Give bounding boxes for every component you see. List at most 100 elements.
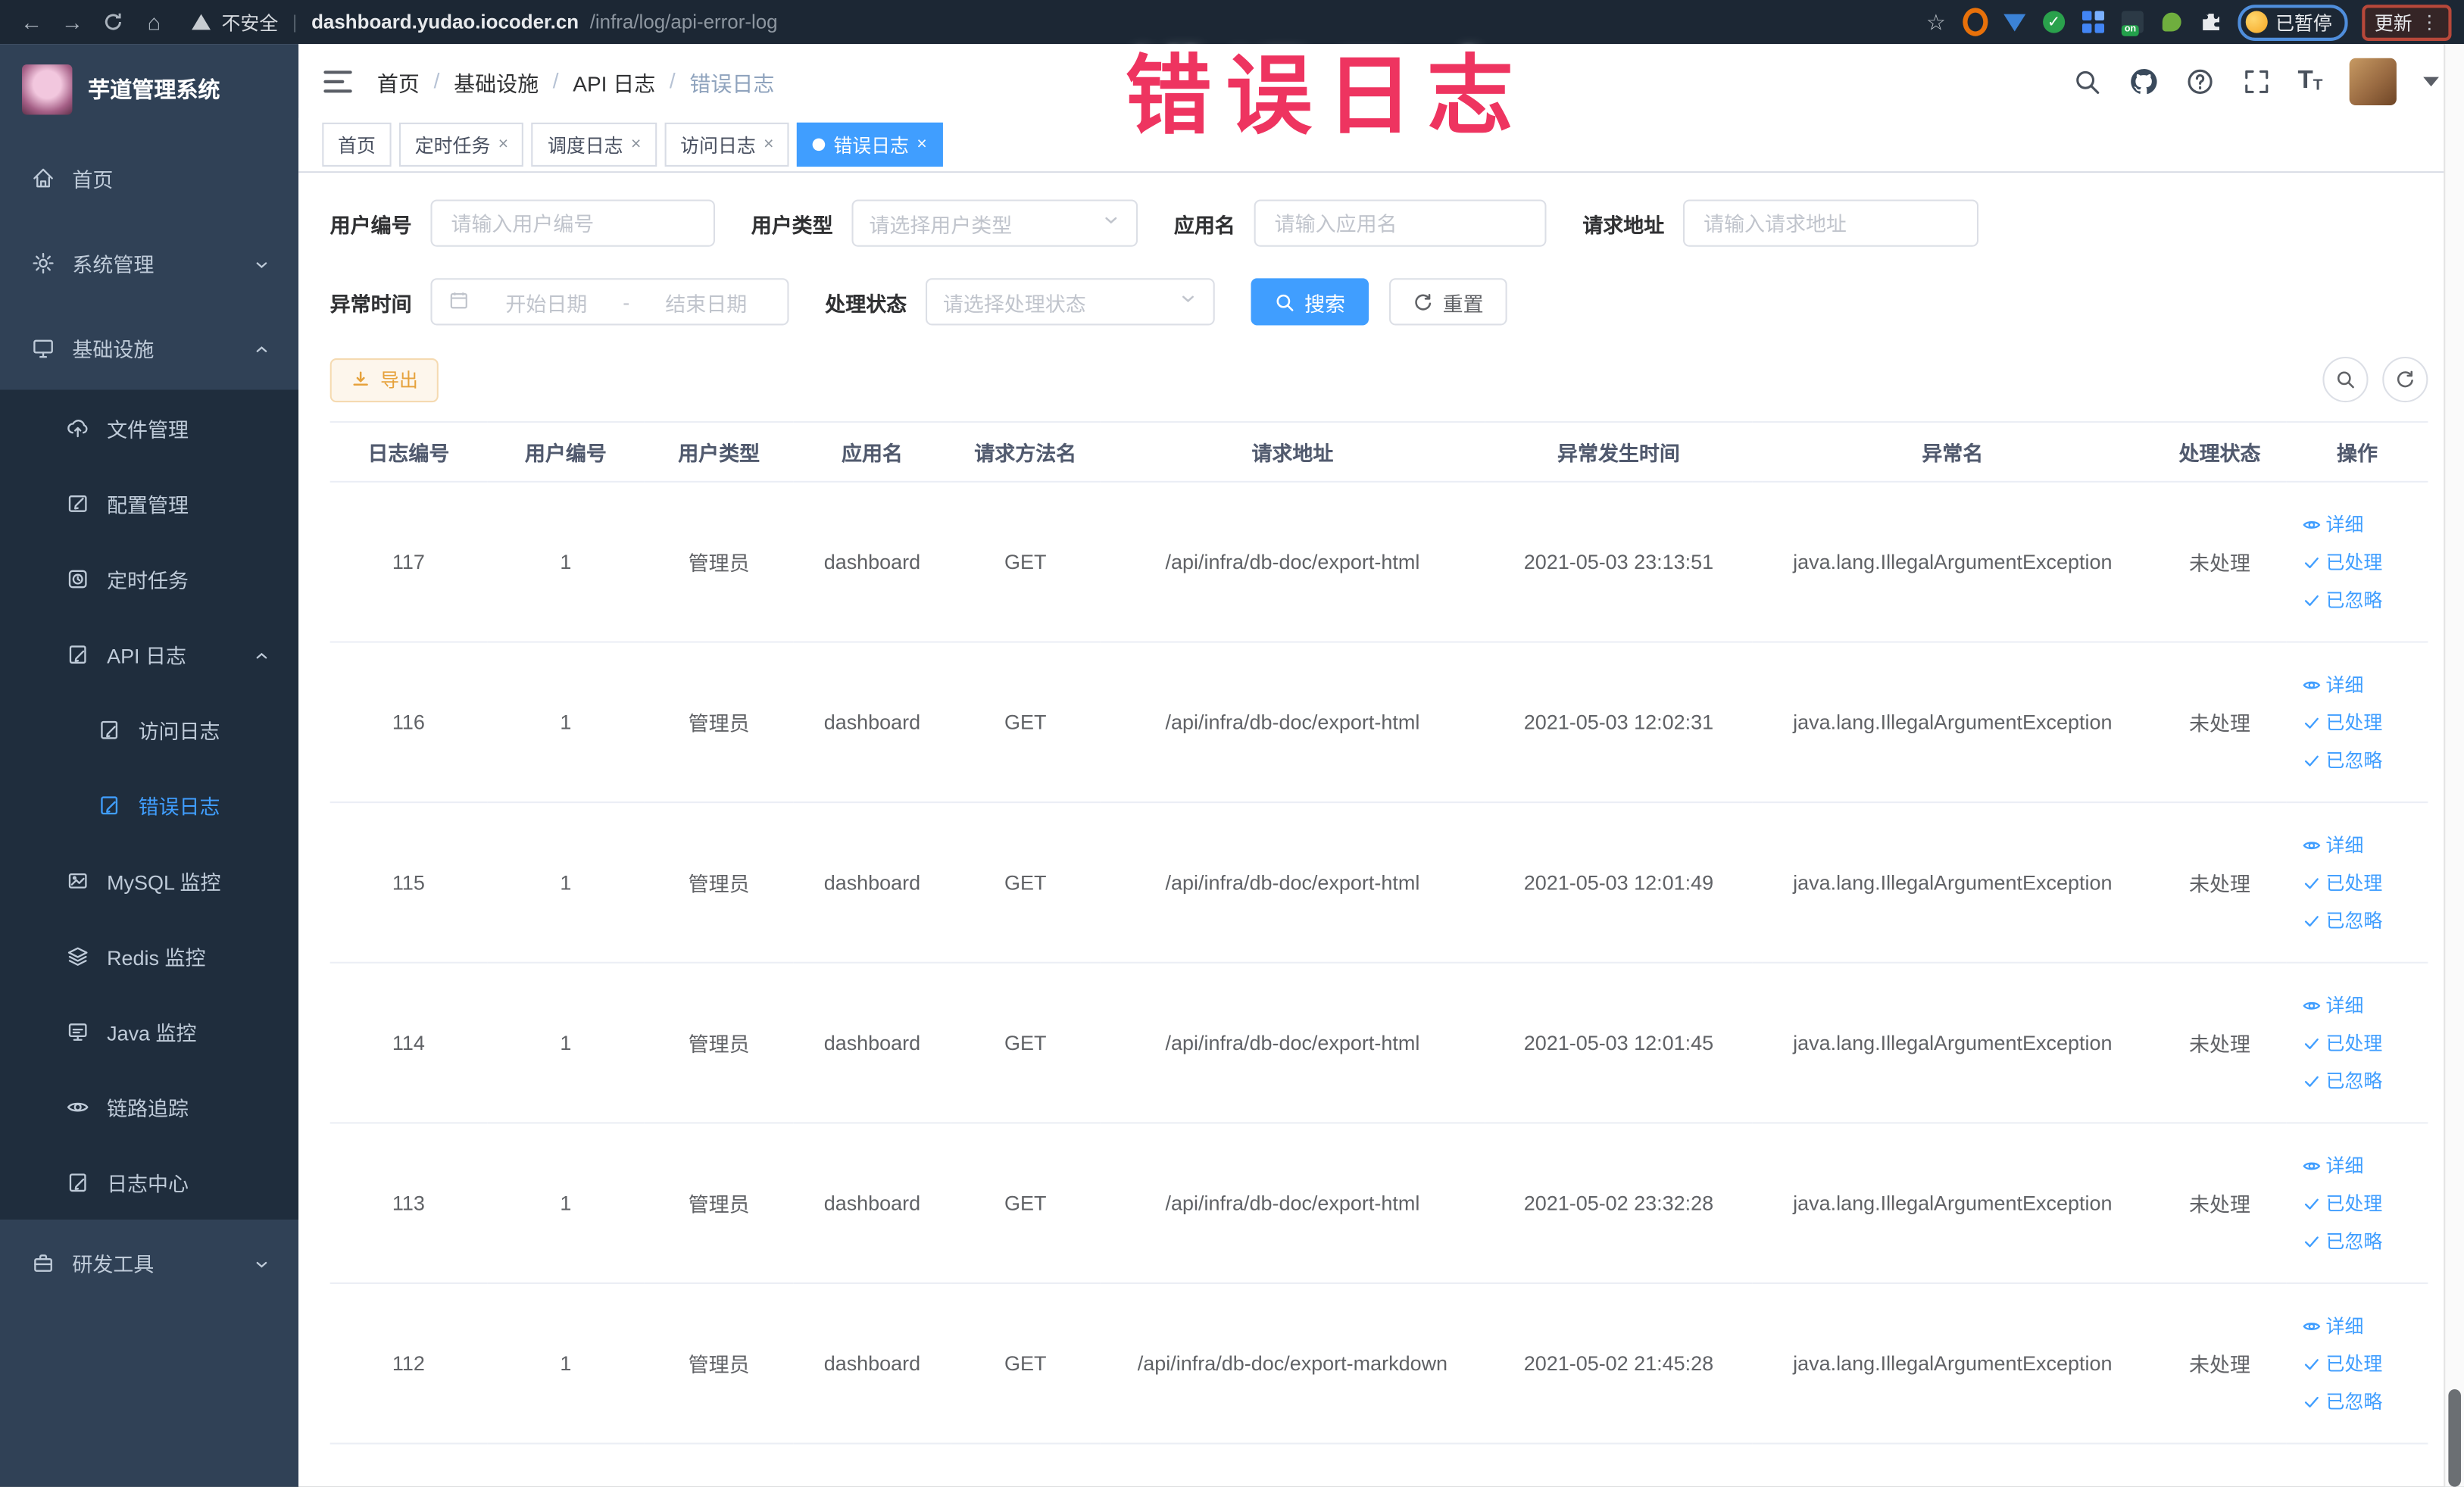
processed-link[interactable]: 已处理 (2302, 1029, 2382, 1056)
extension-orange-ring-icon[interactable] (1963, 8, 1988, 36)
browser-update-button[interactable]: 更新 ⋮ (2362, 4, 2452, 40)
tag-home[interactable]: 首页 (322, 122, 392, 167)
processed-link[interactable]: 已处理 (2302, 1350, 2382, 1376)
browser-back-button[interactable]: ← (13, 5, 51, 39)
bookmark-star-icon[interactable]: ☆ (1923, 8, 1948, 34)
processed-link[interactable]: 已处理 (2302, 869, 2382, 895)
sidebar-item-system-mgmt[interactable]: 系统管理 (0, 220, 298, 305)
display-icon (66, 1019, 89, 1042)
breadcrumb-api-log[interactable]: API 日志 (573, 65, 655, 96)
sidebar-item-java-monitor[interactable]: Java 监控 (0, 993, 298, 1069)
breadcrumb-infrastructure[interactable]: 基础设施 (454, 65, 539, 96)
detail-link[interactable]: 详细 (2302, 992, 2363, 1018)
extension-on-badge-icon[interactable]: on (2120, 9, 2145, 36)
cell-process-status: 未处理 (2153, 962, 2287, 1124)
sidebar-item-api-log[interactable]: API 日志 (0, 616, 298, 692)
scrollbar-thumb[interactable] (2448, 1389, 2461, 1487)
cell-method: GET (951, 1123, 1101, 1285)
user-menu-caret-icon[interactable] (2423, 76, 2439, 86)
refresh-table-button[interactable] (2382, 356, 2428, 403)
sidebar-item-tracing[interactable]: 链路追踪 (0, 1069, 298, 1145)
ignored-link[interactable]: 已忽略 (2302, 1388, 2382, 1414)
browser-forward-button[interactable]: → (54, 5, 92, 39)
app-logo-row[interactable]: 芋道管理系统 (0, 44, 298, 135)
request-url-input-wrap (1683, 199, 1979, 247)
browser-home-button[interactable]: ⌂ (135, 5, 173, 39)
search-icon[interactable] (2072, 66, 2101, 95)
ignored-link[interactable]: 已忽略 (2302, 1067, 2382, 1094)
tag-access-log[interactable]: 访问日志 × (664, 122, 790, 167)
process-status-select[interactable]: 请选择处理状态 (926, 278, 1215, 326)
detail-link[interactable]: 详细 (2302, 1152, 2363, 1179)
ignored-link[interactable]: 已忽略 (2302, 1227, 2382, 1254)
export-button[interactable]: 导出 (329, 357, 439, 402)
sidebar-item-error-log[interactable]: 错误日志 (0, 767, 298, 842)
close-icon[interactable]: × (764, 135, 773, 154)
cell-user-id: 1 (487, 1282, 645, 1445)
github-icon[interactable] (2128, 66, 2157, 95)
sidebar-item-label: 链路追踪 (107, 1096, 189, 1120)
processed-link[interactable]: 已处理 (2302, 1190, 2382, 1217)
extension-grid-icon[interactable] (2081, 9, 2106, 34)
filter-row-1: 用户编号 用户类型 请选择用户类型 应用名 (330, 199, 2428, 247)
cell-exception-time: 2021-05-03 12:01:49 (1485, 802, 1753, 964)
address-bar[interactable]: 不安全 | dashboard.yudao.iocoder.cn/infra/l… (192, 8, 1920, 35)
detail-link[interactable]: 详细 (2302, 832, 2363, 858)
paused-extension-button[interactable]: 已暂停 (2238, 4, 2348, 40)
extension-blue-shield-icon[interactable] (2002, 9, 2027, 34)
detail-link[interactable]: 详细 (2302, 1312, 2363, 1339)
date-range-picker[interactable]: 开始日期 - 结束日期 (430, 278, 789, 326)
ignored-link[interactable]: 已忽略 (2302, 586, 2382, 613)
sidebar-item-config-mgmt[interactable]: 配置管理 (0, 465, 298, 541)
table-row: 112 1 管理员 dashboard GET /api/infra/db-do… (329, 1282, 2428, 1445)
user-avatar[interactable] (2349, 57, 2397, 105)
cell-exception-time: 2021-05-03 23:13:51 (1485, 481, 1753, 643)
close-icon[interactable]: × (498, 135, 508, 154)
breadcrumb-home[interactable]: 首页 (377, 65, 420, 96)
sidebar-item-log-center[interactable]: 日志中心 (0, 1144, 298, 1220)
cell-user-id: 1 (487, 802, 645, 964)
fullscreen-icon[interactable] (2241, 66, 2271, 95)
cell-app-name: dashboard (793, 1282, 951, 1445)
check-icon (2304, 1236, 2319, 1247)
toggle-search-button[interactable] (2322, 356, 2369, 403)
ignored-link[interactable]: 已忽略 (2302, 907, 2382, 933)
detail-link[interactable]: 详细 (2302, 511, 2363, 537)
browser-reload-button[interactable] (94, 5, 132, 39)
font-size-icon[interactable]: TT (2297, 67, 2322, 93)
reset-button[interactable]: 重置 (1389, 278, 1507, 326)
user-type-select[interactable]: 请选择用户类型 (851, 199, 1138, 247)
sidebar-item-infrastructure[interactable]: 基础设施 (0, 305, 298, 389)
tag-schedule-log[interactable]: 调度日志 × (532, 122, 657, 167)
close-icon[interactable]: × (917, 135, 926, 154)
col-user-id: 用户编号 (487, 421, 645, 483)
collapse-sidebar-icon[interactable] (323, 70, 352, 92)
sidebar-item-dev-tools[interactable]: 研发工具 (0, 1220, 298, 1304)
extensions-puzzle-icon[interactable] (2198, 9, 2223, 34)
help-icon[interactable] (2184, 66, 2214, 95)
reload-icon (105, 13, 121, 30)
close-icon[interactable]: × (631, 135, 641, 154)
request-url-input[interactable] (1700, 209, 1962, 237)
more-menu-icon[interactable]: ⋮ (2420, 11, 2439, 33)
search-button[interactable]: 搜索 (1251, 278, 1369, 326)
page-content: 用户编号 用户类型 请选择用户类型 应用名 (298, 173, 2464, 1487)
tag-scheduled-jobs[interactable]: 定时任务 × (399, 122, 524, 167)
sidebar-item-redis-monitor[interactable]: Redis 监控 (0, 918, 298, 994)
user-id-input[interactable] (448, 209, 698, 237)
sidebar-item-access-log[interactable]: 访问日志 (0, 692, 298, 767)
page-scrollbar[interactable] (2444, 44, 2464, 1487)
extension-sprout-icon[interactable] (2160, 9, 2184, 34)
sidebar-item-file-mgmt[interactable]: 文件管理 (0, 390, 298, 466)
app-name-input[interactable] (1271, 209, 1529, 237)
ignored-link[interactable]: 已忽略 (2302, 746, 2382, 773)
processed-link[interactable]: 已处理 (2302, 548, 2382, 575)
extension-green-check-icon[interactable]: ✓ (2041, 9, 2066, 34)
processed-link[interactable]: 已处理 (2302, 709, 2382, 736)
sidebar-item-mysql-monitor[interactable]: MySQL 监控 (0, 842, 298, 918)
sidebar-item-scheduled-jobs[interactable]: 定时任务 (0, 541, 298, 617)
detail-link[interactable]: 详细 (2302, 671, 2363, 698)
cell-request-url: /api/infra/db-doc/export-html (1100, 1123, 1485, 1285)
sidebar-item-home[interactable]: 首页 (0, 135, 298, 220)
tag-error-log[interactable]: 错误日志 × (797, 122, 943, 167)
